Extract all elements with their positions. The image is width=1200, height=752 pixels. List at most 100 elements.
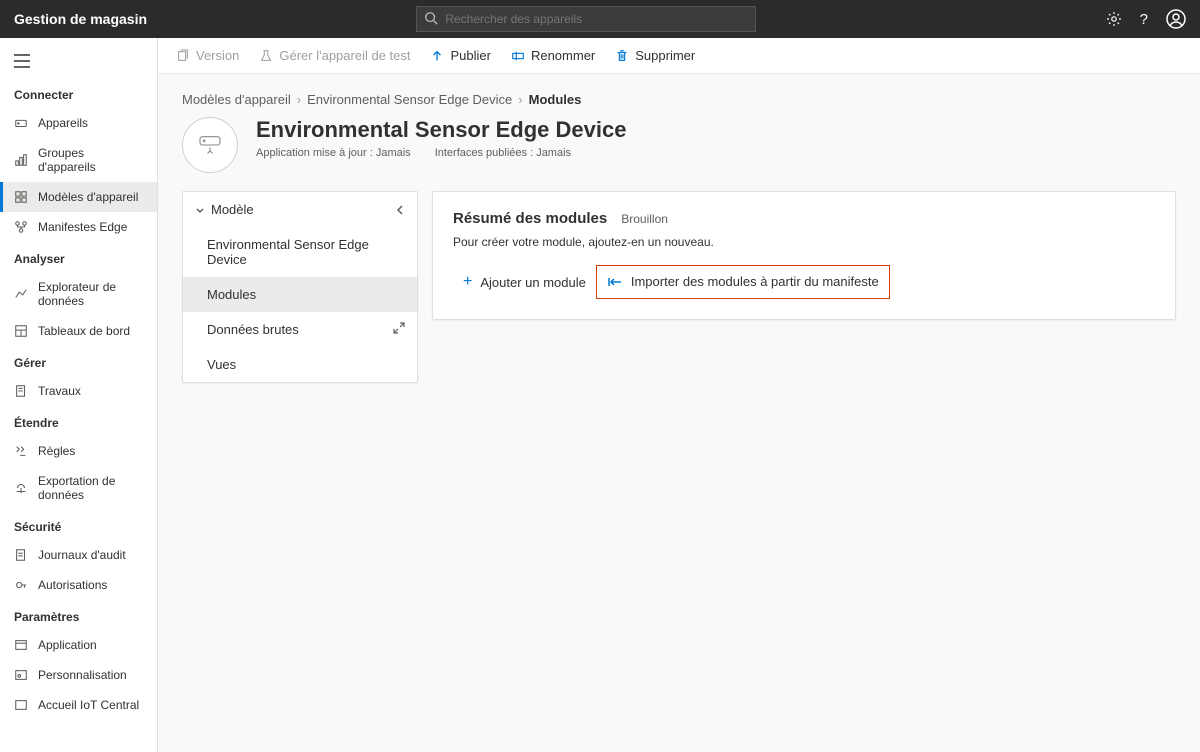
device-title: Environmental Sensor Edge Device xyxy=(256,117,626,143)
nav-label: Appareils xyxy=(38,116,88,130)
model-item-modules[interactable]: Modules xyxy=(183,277,417,312)
nav-label: Groupes d'appareils xyxy=(38,146,143,174)
sidebar-item-modeles[interactable]: Modèles d'appareil xyxy=(0,182,157,212)
toolbar-label: Renommer xyxy=(531,48,595,63)
expand-icon[interactable] xyxy=(393,322,405,334)
sidebar-section-connecter: Connecter xyxy=(0,78,157,108)
summary-actions: + Ajouter un module Importer des modules… xyxy=(453,265,1155,299)
home-icon xyxy=(14,698,28,712)
sidebar-item-travaux[interactable]: Travaux xyxy=(0,376,157,406)
add-module-label: Ajouter un module xyxy=(480,275,586,290)
summary-status: Brouillon xyxy=(621,212,668,226)
nav-label: Journaux d'audit xyxy=(38,548,126,562)
device-icon xyxy=(14,116,28,130)
import-highlight: Importer des modules à partir du manifes… xyxy=(596,265,890,299)
sidebar-item-application[interactable]: Application xyxy=(0,630,157,660)
summary-title: Résumé des modules xyxy=(453,210,607,227)
model-item-raw-data[interactable]: Données brutes xyxy=(183,312,417,347)
device-avatar-icon xyxy=(182,117,238,173)
chevron-left-icon[interactable] xyxy=(395,204,405,216)
add-module-button[interactable]: + Ajouter un module xyxy=(453,265,596,299)
sidebar-item-accueil[interactable]: Accueil IoT Central xyxy=(0,690,157,720)
sidebar-section-gerer: Gérer xyxy=(0,346,157,376)
nav-label: Application xyxy=(38,638,97,652)
sidebar-item-tableaux[interactable]: Tableaux de bord xyxy=(0,316,157,346)
main-content: Version Gérer l'appareil de test Publier… xyxy=(158,38,1200,752)
breadcrumb: Modèles d'appareil › Environmental Senso… xyxy=(182,92,1176,107)
sidebar-item-manifestes[interactable]: Manifestes Edge xyxy=(0,212,157,242)
gear-icon[interactable] xyxy=(1106,11,1122,27)
toolbar-label: Supprimer xyxy=(635,48,695,63)
export-icon xyxy=(14,481,28,495)
sidebar-item-explorateur[interactable]: Explorateur de données xyxy=(0,272,157,316)
chevron-right-icon: › xyxy=(518,92,522,107)
nav-label: Modèles d'appareil xyxy=(38,190,138,204)
sidebar-section-etendre: Étendre xyxy=(0,406,157,436)
breadcrumb-root[interactable]: Modèles d'appareil xyxy=(182,92,291,107)
flask-icon xyxy=(259,49,273,63)
help-icon[interactable]: ? xyxy=(1140,11,1148,28)
toolbar-manage-test: Gérer l'appareil de test xyxy=(259,48,410,63)
topbar-right: ? xyxy=(1106,9,1186,29)
sidebar-item-journaux[interactable]: Journaux d'audit xyxy=(0,540,157,570)
toolbar-delete[interactable]: Supprimer xyxy=(615,48,695,63)
search-icon xyxy=(424,11,438,25)
account-icon[interactable] xyxy=(1166,9,1186,29)
model-panel-header[interactable]: Modèle xyxy=(183,192,417,227)
sidebar-item-personnalisation[interactable]: Personnalisation xyxy=(0,660,157,690)
audit-icon xyxy=(14,548,28,562)
toolbar-label: Gérer l'appareil de test xyxy=(279,48,410,63)
toolbar: Version Gérer l'appareil de test Publier… xyxy=(158,38,1200,74)
sidebar-section-securite: Sécurité xyxy=(0,510,157,540)
breadcrumb-device[interactable]: Environmental Sensor Edge Device xyxy=(307,92,512,107)
publish-icon xyxy=(430,49,444,63)
toolbar-label: Version xyxy=(196,48,239,63)
nav-label: Manifestes Edge xyxy=(38,220,127,234)
rename-icon xyxy=(511,49,525,63)
app-icon xyxy=(14,638,28,652)
search-container xyxy=(416,6,756,32)
nav-label: Travaux xyxy=(38,384,81,398)
sidebar-item-regles[interactable]: Règles xyxy=(0,436,157,466)
topbar: Gestion de magasin ? xyxy=(0,0,1200,38)
hamburger-icon[interactable] xyxy=(0,48,157,78)
search-input[interactable] xyxy=(416,6,756,32)
toolbar-version: Version xyxy=(176,48,239,63)
customize-icon xyxy=(14,668,28,682)
device-header: Environmental Sensor Edge Device Applica… xyxy=(182,117,1176,173)
nav-label: Tableaux de bord xyxy=(38,324,130,338)
sidebar-item-autorisations[interactable]: Autorisations xyxy=(0,570,157,600)
device-meta-updated: Application mise à jour : Jamais xyxy=(256,147,411,159)
groups-icon xyxy=(14,153,28,167)
summary-panel: Résumé des modules Brouillon Pour créer … xyxy=(432,191,1176,320)
breadcrumb-current: Modules xyxy=(529,92,582,107)
chevron-down-icon xyxy=(195,205,205,215)
nav-label: Autorisations xyxy=(38,578,107,592)
toolbar-label: Publier xyxy=(450,48,490,63)
model-item-views[interactable]: Vues xyxy=(183,347,417,382)
model-item-label: Données brutes xyxy=(207,322,299,337)
app-title: Gestion de magasin xyxy=(14,11,147,27)
jobs-icon xyxy=(14,384,28,398)
plus-icon: + xyxy=(463,273,472,291)
sidebar: Connecter Appareils Groupes d'appareils … xyxy=(0,38,158,752)
toolbar-rename[interactable]: Renommer xyxy=(511,48,595,63)
import-modules-label: Importer des modules à partir du manifes… xyxy=(631,274,879,289)
sidebar-item-export[interactable]: Exportation de données xyxy=(0,466,157,510)
trash-icon xyxy=(615,49,629,63)
permissions-icon xyxy=(14,578,28,592)
nav-label: Exportation de données xyxy=(38,474,143,502)
model-panel: Modèle Environmental Sensor Edge Device … xyxy=(182,191,418,383)
templates-icon xyxy=(14,190,28,204)
sidebar-section-parametres: Paramètres xyxy=(0,600,157,630)
import-modules-button[interactable]: Importer des modules à partir du manifes… xyxy=(597,266,889,297)
chevron-right-icon: › xyxy=(297,92,301,107)
import-icon xyxy=(607,276,623,288)
model-item-device[interactable]: Environmental Sensor Edge Device xyxy=(183,227,417,277)
nav-label: Personnalisation xyxy=(38,668,127,682)
toolbar-publish[interactable]: Publier xyxy=(430,48,490,63)
sidebar-item-groupes[interactable]: Groupes d'appareils xyxy=(0,138,157,182)
nav-label: Accueil IoT Central xyxy=(38,698,139,712)
nav-label: Explorateur de données xyxy=(38,280,143,308)
sidebar-item-appareils[interactable]: Appareils xyxy=(0,108,157,138)
